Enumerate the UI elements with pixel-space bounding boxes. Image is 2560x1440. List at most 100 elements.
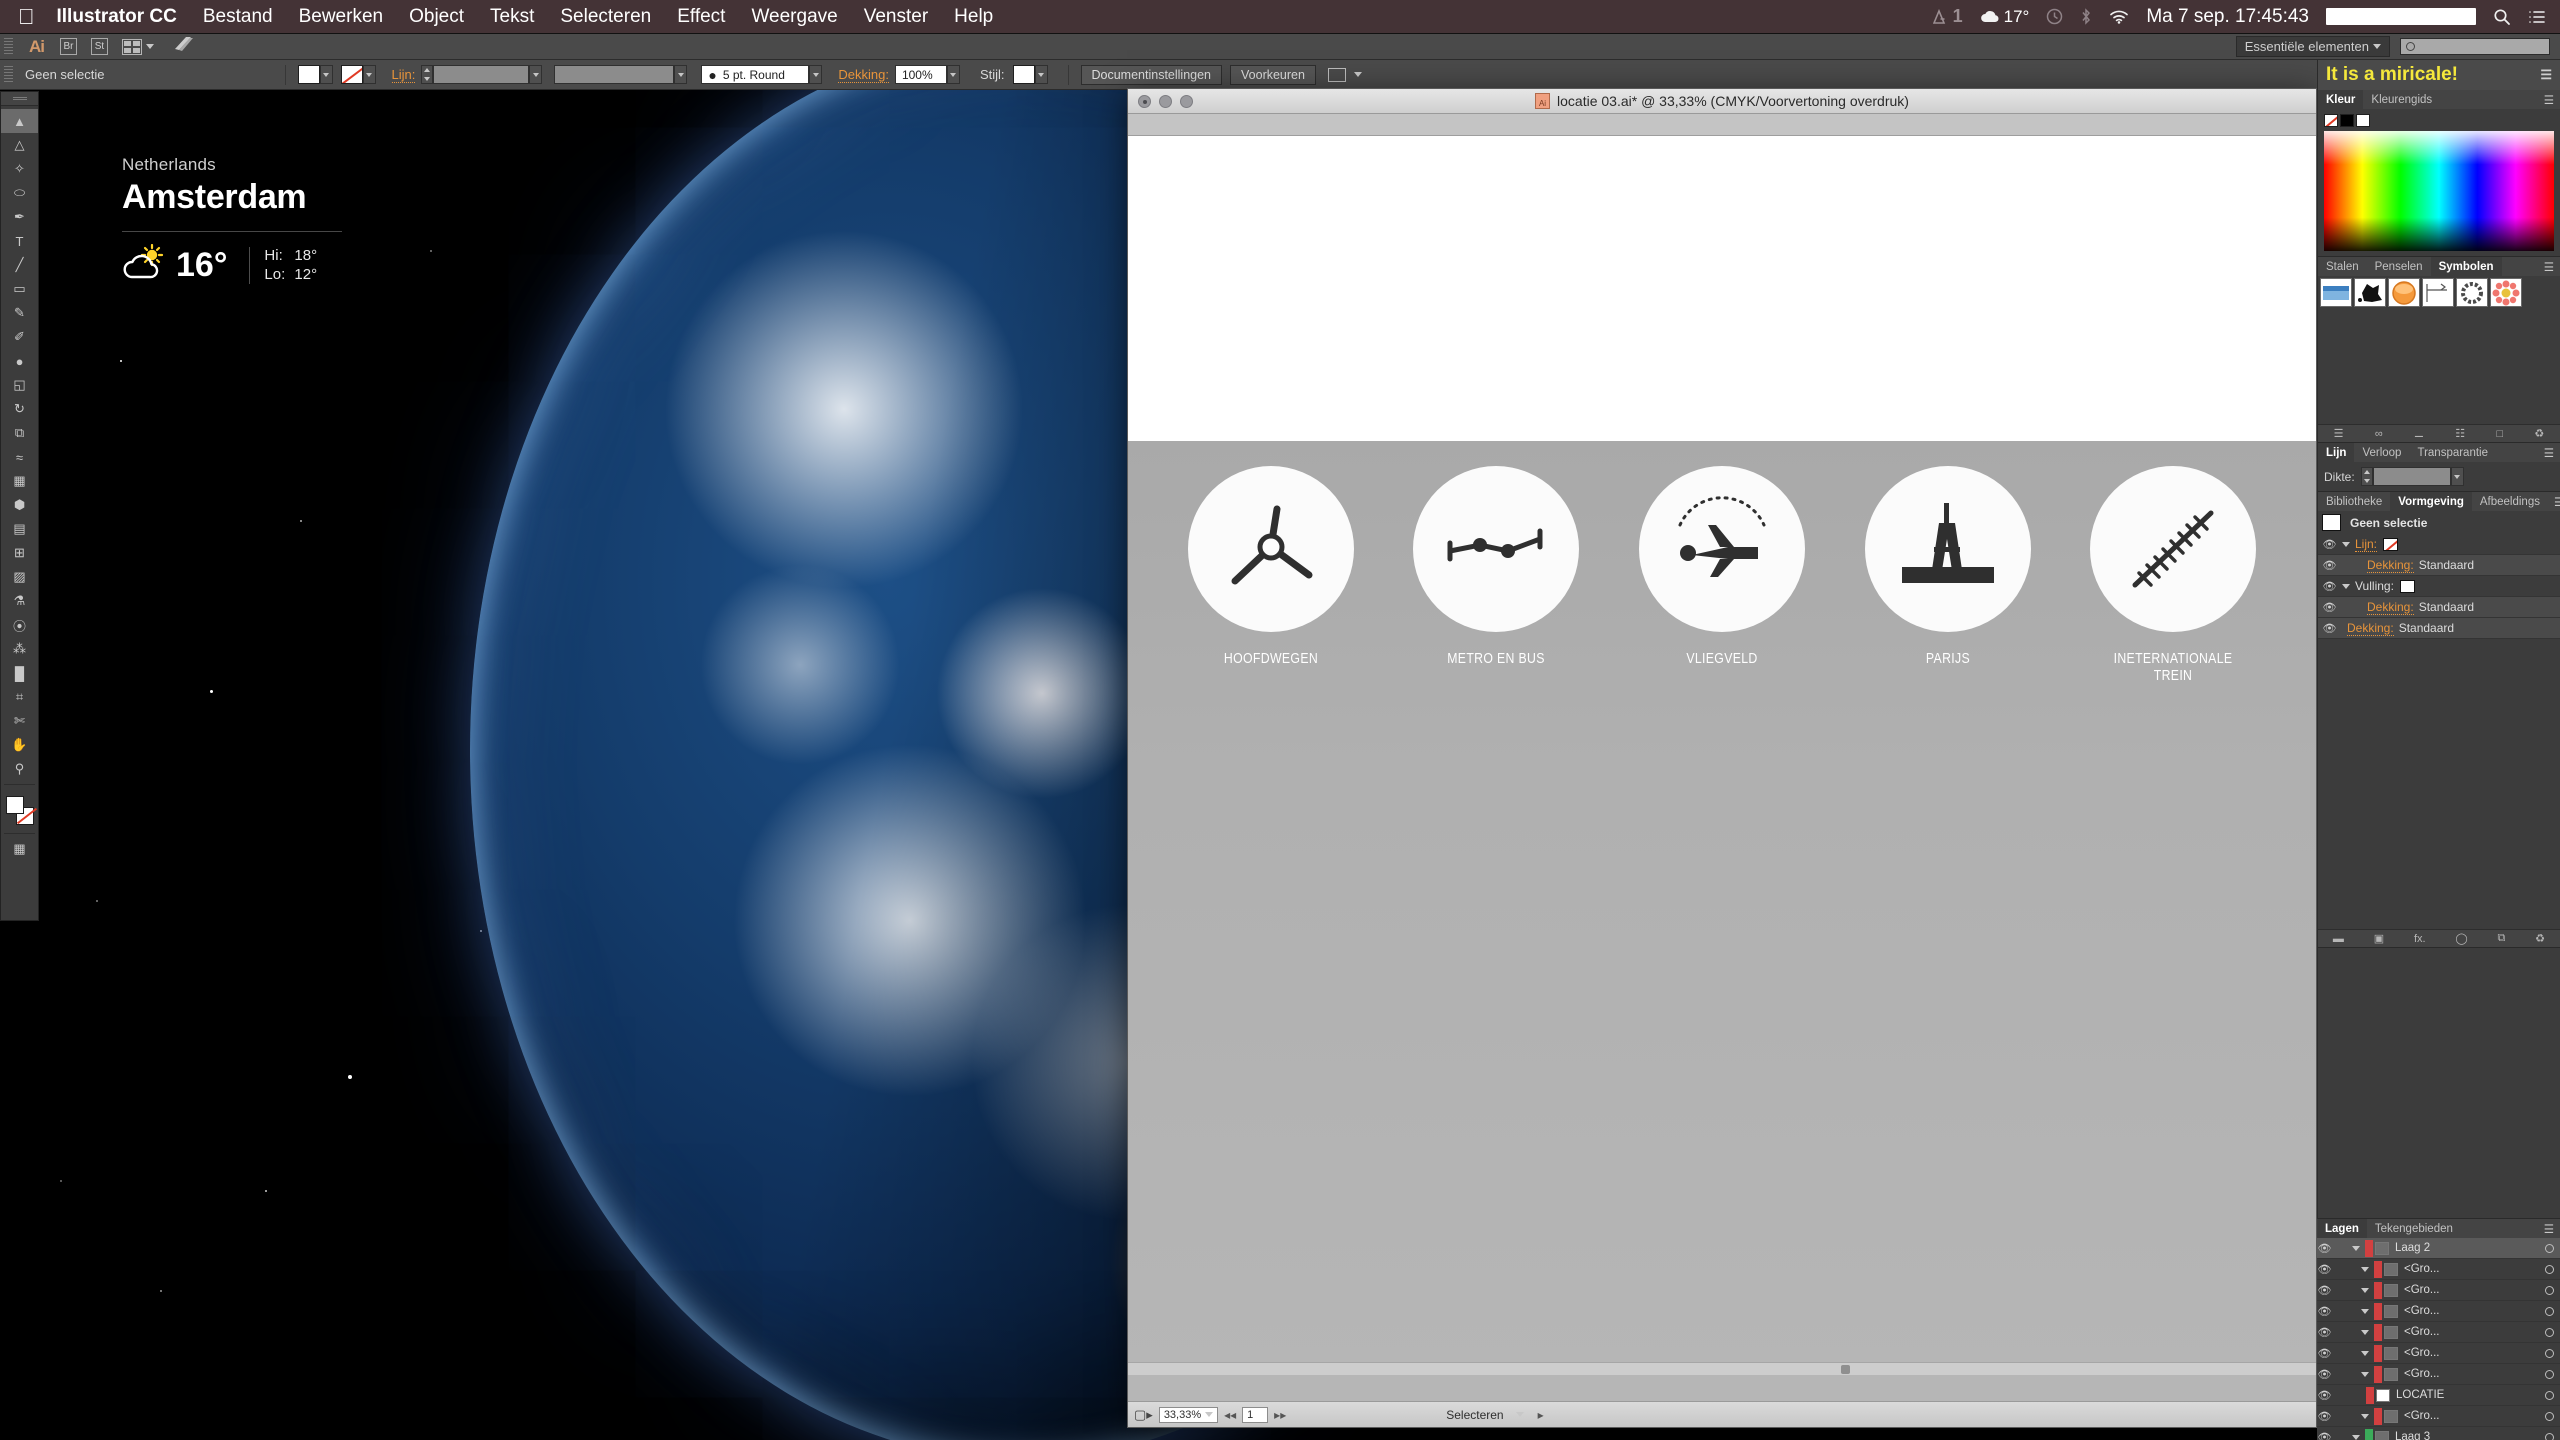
visibility-eye-icon[interactable]: 👁 [2317, 1410, 2332, 1423]
bridge-button[interactable]: Br [60, 38, 77, 55]
tool-hand-tool[interactable]: ✋ [1, 733, 38, 757]
visibility-eye-icon[interactable]: 👁 [2317, 1431, 2332, 1440]
tab-stalen[interactable]: Stalen [2318, 257, 2367, 276]
disclosure-triangle-icon[interactable] [2361, 1287, 2369, 1293]
lock-toggle-icon[interactable] [2332, 1263, 2347, 1276]
spotlight-search-icon[interactable] [2493, 8, 2511, 26]
layer-target-icon[interactable] [2545, 1243, 2554, 1253]
opacity-input[interactable]: 100% [894, 65, 947, 84]
layer-row[interactable]: 👁 <Gro... [2317, 1406, 2560, 1427]
appearance-row-stroke[interactable]: 👁 Lijn: [2318, 534, 2560, 555]
artboard-nav-next[interactable]: ▸▸ [1274, 1408, 1286, 1422]
stock-button[interactable]: St [91, 38, 108, 55]
appearance-panel-empty-area[interactable] [2318, 639, 2560, 929]
disclosure-triangle-icon[interactable] [2361, 1308, 2369, 1314]
artboard-item-vliegveld[interactable]: VLIEGVELD [1632, 466, 1812, 684]
lock-toggle-icon[interactable] [2332, 1242, 2347, 1255]
tool-width-tool[interactable]: ≈ [1, 445, 38, 469]
wifi-icon[interactable] [2109, 9, 2129, 24]
tool-scale-tool[interactable]: ⧉ [1, 421, 38, 445]
variable-width-dropdown[interactable] [674, 65, 688, 84]
adobe-status-icon[interactable]: 1 [1932, 6, 1963, 27]
menubar-input-field[interactable] [2326, 8, 2476, 25]
visibility-eye-icon[interactable]: 👁 [2317, 1389, 2332, 1402]
artboard-upper-white-area[interactable] [1128, 136, 2316, 441]
color-white-swatch[interactable] [2356, 114, 2370, 127]
bluetooth-icon[interactable] [2080, 8, 2092, 25]
tab-afbeeldings[interactable]: Afbeeldings [2472, 492, 2548, 511]
help-search-input[interactable] [2400, 38, 2550, 55]
disclosure-triangle-icon[interactable] [2361, 1266, 2369, 1272]
variable-width-profile-input[interactable] [554, 65, 675, 84]
layer-name[interactable]: LOCATIE [2396, 1389, 2545, 1401]
artboard-item-ineternationale-trein[interactable]: INETERNATIONALE TREIN [2083, 466, 2263, 684]
tab-penselen[interactable]: Penselen [2367, 257, 2431, 276]
tab-transparantie[interactable]: Transparantie [2409, 443, 2496, 462]
layer-target-icon[interactable] [2545, 1306, 2554, 1316]
layer-target-icon[interactable] [2545, 1369, 2554, 1379]
tab-verloop[interactable]: Verloop [2354, 443, 2409, 462]
symbol-ring[interactable] [2456, 278, 2488, 307]
appearance-row-object-opacity[interactable]: 👁 Dekking: Standaard [2318, 618, 2560, 639]
tool-eyedropper-tool[interactable]: ⚗ [1, 589, 38, 613]
lock-toggle-icon[interactable] [2332, 1368, 2347, 1381]
lock-toggle-icon[interactable] [2332, 1347, 2347, 1360]
color-none-swatch[interactable] [2324, 114, 2338, 127]
visibility-eye-icon[interactable]: 👁 [2317, 1242, 2332, 1255]
layer-name[interactable]: <Gro... [2404, 1410, 2545, 1422]
add-new-fill-icon[interactable]: ▣ [2374, 932, 2384, 945]
symbols-panel-empty-area[interactable] [2318, 309, 2560, 424]
select-similar-objects-icon[interactable] [1327, 67, 1346, 82]
opacity-label[interactable]: Dekking: [838, 67, 889, 83]
lock-toggle-icon[interactable] [2332, 1326, 2347, 1339]
tool-shape-builder-tool[interactable]: ⬢ [1, 493, 38, 517]
tab-vormgeving[interactable]: Vormgeving [2390, 492, 2472, 511]
stroke-weight-stepper[interactable] [421, 65, 434, 84]
disclosure-triangle-icon[interactable] [2361, 1413, 2369, 1419]
appearance-fill-swatch[interactable] [2399, 579, 2415, 593]
tool-pen-tool[interactable]: ✒ [1, 205, 38, 229]
appearance-row-fill[interactable]: 👁 Vulling: [2318, 576, 2560, 597]
artboard-item-metro-en-bus[interactable]: METRO EN BUS [1406, 466, 1586, 684]
layer-row[interactable]: 👁 <Gro... [2317, 1259, 2560, 1280]
status-next-arrow[interactable]: ▸ [1538, 1408, 1544, 1422]
lock-toggle-icon[interactable] [2332, 1284, 2347, 1297]
visibility-eye-icon[interactable]: 👁 [2322, 601, 2337, 614]
symbol-flower[interactable] [2490, 278, 2522, 307]
menu-item-object[interactable]: Object [409, 6, 464, 28]
graphic-style-dropdown[interactable] [1034, 65, 1048, 84]
symbol-link-icon[interactable]: ∞ [2375, 428, 2383, 440]
delete-item-icon[interactable]: ♻ [2535, 932, 2545, 945]
appearance-opacity-label[interactable]: Dekking: [2367, 600, 2414, 615]
symbol-arrows[interactable] [2422, 278, 2454, 307]
chevron-down-icon[interactable] [1353, 72, 1362, 77]
tab-lijn[interactable]: Lijn [2318, 443, 2355, 462]
artboard-item-parijs[interactable]: PARIJS [1858, 466, 2038, 684]
layer-target-icon[interactable] [2545, 1390, 2554, 1400]
panel-menu-icon[interactable]: ☰ [2548, 492, 2560, 511]
panel-menu-icon[interactable]: ☰ [2538, 1219, 2560, 1238]
menu-item-selecteren[interactable]: Selecteren [560, 6, 651, 28]
visibility-eye-icon[interactable]: 👁 [2317, 1284, 2332, 1297]
tool-pencil-tool[interactable]: ✐ [1, 325, 38, 349]
color-spectrum[interactable] [2324, 131, 2554, 251]
tool-artboard-tool[interactable]: ⌗ [1, 685, 38, 709]
controlbar-grip[interactable] [4, 65, 13, 84]
layer-name[interactable]: Laag 2 [2395, 1242, 2545, 1254]
graphic-style-swatch[interactable] [1012, 65, 1035, 84]
visibility-eye-icon[interactable]: 👁 [2322, 622, 2337, 635]
tool-magic-wand-tool[interactable]: ✧ [1, 157, 38, 181]
tool-paintbrush-tool[interactable]: ✎ [1, 301, 38, 325]
menu-item-help[interactable]: Help [954, 6, 993, 28]
layer-target-icon[interactable] [2545, 1432, 2554, 1440]
chevron-down-icon[interactable] [1515, 1412, 1524, 1417]
apple-logo-icon[interactable]:  [18, 5, 35, 28]
disclosure-triangle-icon[interactable] [2352, 1434, 2360, 1440]
symbol-options-icon[interactable]: ☷ [2455, 427, 2465, 440]
add-effect-icon[interactable]: fx. [2414, 933, 2426, 945]
appearance-row-stroke-opacity[interactable]: 👁 Dekking: Standaard [2318, 555, 2560, 576]
appearance-row-fill-opacity[interactable]: 👁 Dekking: Standaard [2318, 597, 2560, 618]
panel-menu-icon[interactable]: ☰ [2540, 67, 2552, 83]
symbol-ink-splat[interactable] [2354, 278, 2386, 307]
layer-row[interactable]: 👁 Laag 3 [2317, 1427, 2560, 1440]
